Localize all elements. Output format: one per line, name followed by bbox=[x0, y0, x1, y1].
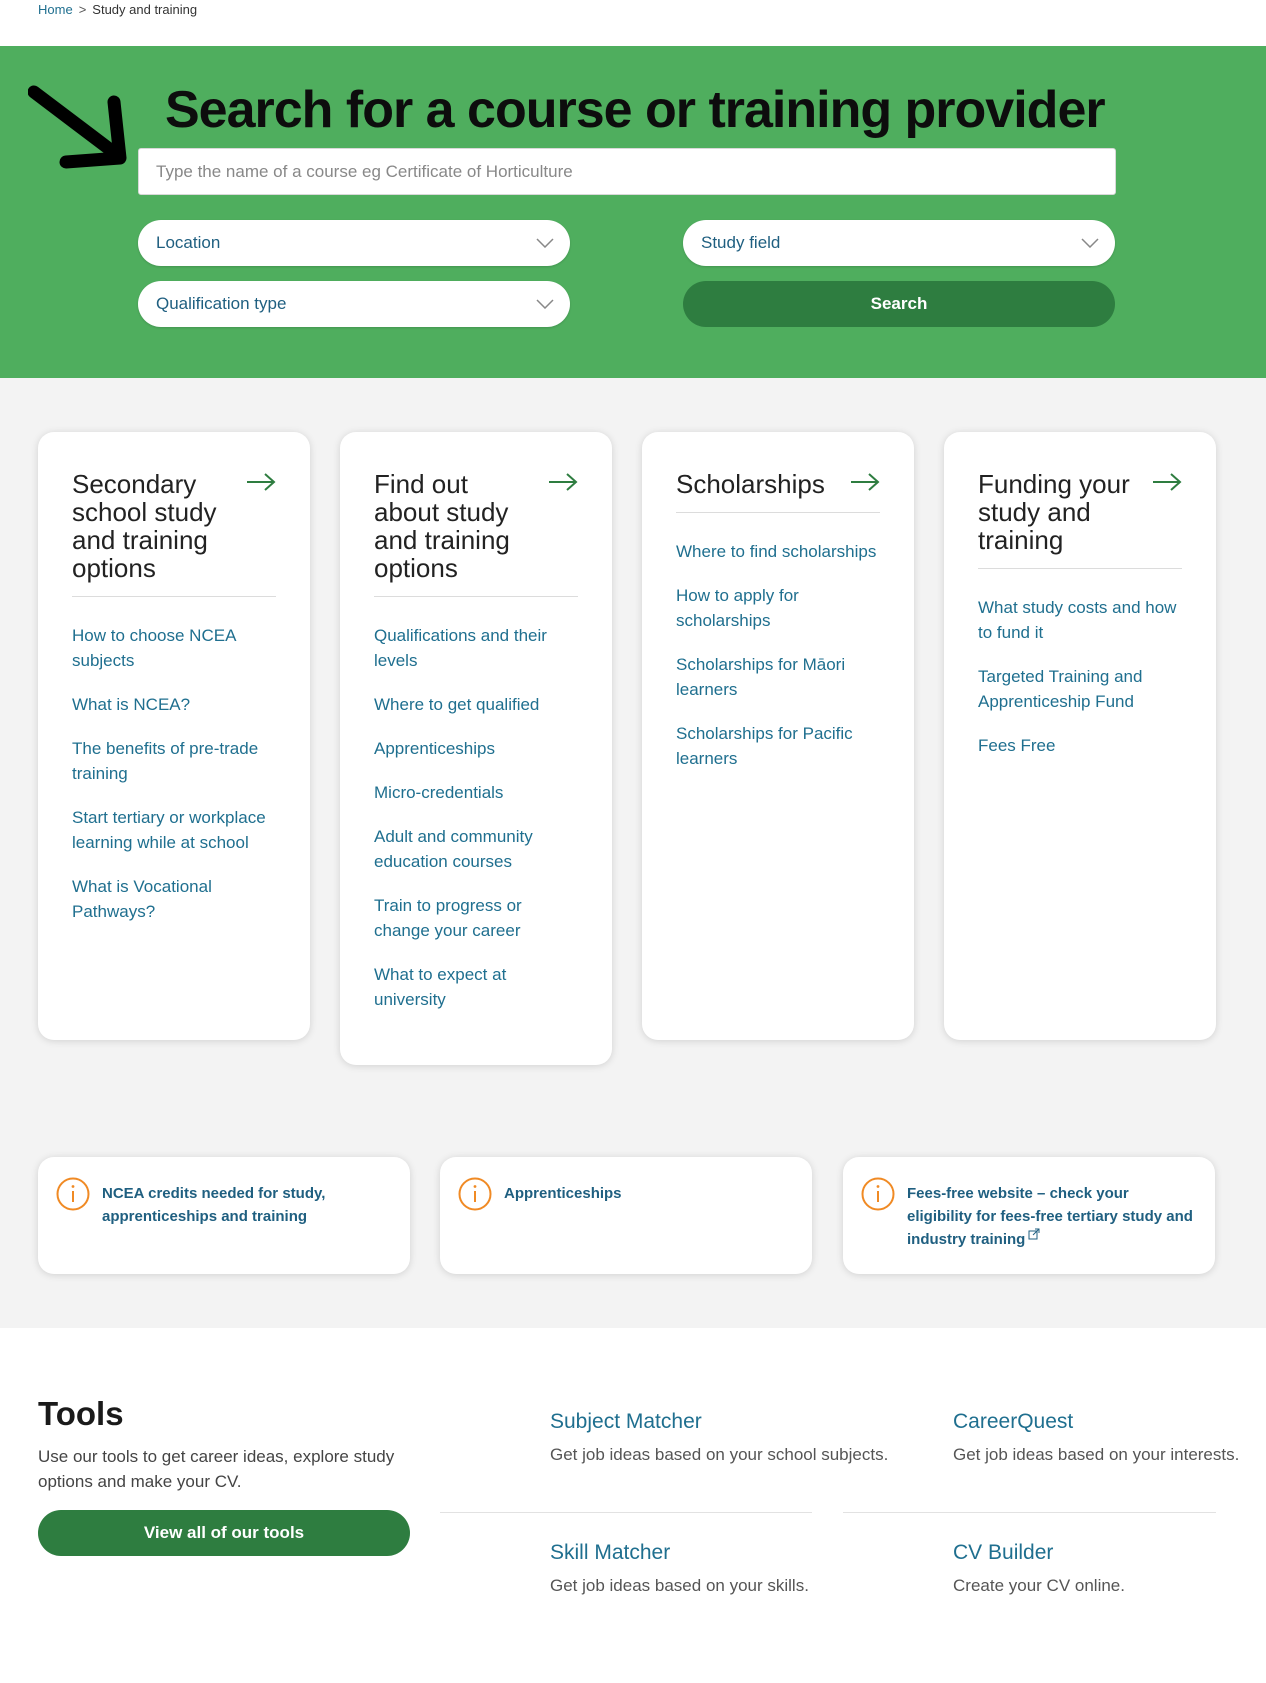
card-study-training-options: Find out about study and training option… bbox=[340, 432, 612, 1065]
info-card-fees-free[interactable]: Fees-free website – check your eligibili… bbox=[843, 1157, 1215, 1274]
info-card-text-wrap: Fees-free website – check your eligibili… bbox=[907, 1177, 1197, 1254]
info-icon bbox=[56, 1177, 90, 1211]
card-title: Find out about study and training option… bbox=[374, 469, 510, 583]
tool-link[interactable]: Subject Matcher bbox=[550, 1410, 910, 1434]
card-link[interactable]: What is Vocational Pathways? bbox=[72, 874, 276, 924]
tool-cv-builder: CV Builder Create your CV online. bbox=[953, 1541, 1266, 1598]
view-all-tools-button[interactable]: View all of our tools bbox=[38, 1510, 410, 1556]
arrow-right-icon[interactable] bbox=[1152, 472, 1182, 492]
breadcrumb: Home > Study and training bbox=[38, 2, 197, 17]
divider bbox=[843, 1512, 1216, 1513]
tool-link[interactable]: Skill Matcher bbox=[550, 1541, 910, 1565]
info-card-text: Fees-free website – check your eligibili… bbox=[907, 1185, 1193, 1248]
card-secondary-school: Secondary school study and training opti… bbox=[38, 432, 310, 1040]
tool-description: Get job ideas based on your school subje… bbox=[550, 1445, 889, 1464]
study-field-select[interactable]: Study field bbox=[683, 220, 1115, 266]
card-title: Funding your study and training bbox=[978, 469, 1130, 555]
card-link[interactable]: How to choose NCEA subjects bbox=[72, 623, 276, 673]
tool-subject-matcher: Subject Matcher Get job ideas based on y… bbox=[550, 1410, 910, 1467]
breadcrumb-current: Study and training bbox=[92, 2, 198, 17]
tool-description: Get job ideas based on your skills. bbox=[550, 1576, 809, 1595]
arrow-right-icon[interactable] bbox=[850, 472, 880, 492]
qualification-type-select[interactable]: Qualification type bbox=[138, 281, 570, 327]
info-icon bbox=[861, 1177, 895, 1211]
tool-description: Create your CV online. bbox=[953, 1576, 1125, 1595]
card-link[interactable]: Targeted Training and Apprenticeship Fun… bbox=[978, 664, 1182, 714]
card-link[interactable]: Train to progress or change your career bbox=[374, 893, 578, 943]
study-field-select-label: Study field bbox=[701, 233, 781, 252]
info-card-ncea-credits[interactable]: NCEA credits needed for study, apprentic… bbox=[38, 1157, 410, 1274]
card-link[interactable]: What is NCEA? bbox=[72, 692, 276, 717]
external-link-icon bbox=[1028, 1228, 1040, 1240]
info-card-apprenticeships[interactable]: Apprenticeships bbox=[440, 1157, 812, 1274]
hero-title: Search for a course or training provider bbox=[165, 81, 1106, 139]
location-select-label: Location bbox=[156, 233, 221, 252]
card-link[interactable]: Fees Free bbox=[978, 733, 1182, 758]
chevron-down-icon bbox=[1081, 238, 1099, 248]
search-button[interactable]: Search bbox=[683, 281, 1115, 327]
chevron-down-icon bbox=[536, 299, 554, 309]
card-link[interactable]: Where to find scholarships bbox=[676, 539, 880, 564]
tool-link[interactable]: CV Builder bbox=[953, 1541, 1266, 1565]
arrow-right-icon[interactable] bbox=[246, 472, 276, 492]
card-link[interactable]: Start tertiary or workplace learning whi… bbox=[72, 805, 276, 855]
card-link[interactable]: How to apply for scholarships bbox=[676, 583, 880, 633]
card-link-list: Where to find scholarships How to apply … bbox=[676, 539, 880, 771]
course-search-input[interactable] bbox=[138, 148, 1116, 195]
card-link[interactable]: Scholarships for Māori learners bbox=[676, 652, 880, 702]
card-link[interactable]: Micro-credentials bbox=[374, 780, 578, 805]
card-link[interactable]: Adult and community education courses bbox=[374, 824, 578, 874]
card-scholarships: Scholarships Where to find scholarships … bbox=[642, 432, 914, 1040]
info-card-text: NCEA credits needed for study, apprentic… bbox=[102, 1185, 326, 1225]
card-link[interactable]: What to expect at university bbox=[374, 962, 578, 1012]
tools-title: Tools bbox=[38, 1395, 124, 1432]
card-link-list: Qualifications and their levels Where to… bbox=[374, 623, 578, 1012]
tools-description: Use our tools to get career ideas, explo… bbox=[38, 1447, 395, 1491]
tool-link[interactable]: CareerQuest bbox=[953, 1410, 1266, 1434]
card-funding: Funding your study and training What stu… bbox=[944, 432, 1216, 1040]
card-link-list: How to choose NCEA subjects What is NCEA… bbox=[72, 623, 276, 924]
arrow-down-right-icon bbox=[28, 85, 127, 169]
divider bbox=[440, 1512, 812, 1513]
info-icon bbox=[458, 1177, 492, 1211]
qualification-type-select-label: Qualification type bbox=[156, 294, 287, 313]
card-link[interactable]: Where to get qualified bbox=[374, 692, 578, 717]
card-link[interactable]: Apprenticeships bbox=[374, 736, 578, 761]
search-hero: Search for a course or training provider… bbox=[0, 46, 1266, 378]
card-link[interactable]: What study costs and how to fund it bbox=[978, 595, 1182, 645]
breadcrumb-separator: > bbox=[78, 2, 87, 17]
tool-skill-matcher: Skill Matcher Get job ideas based on you… bbox=[550, 1541, 910, 1598]
card-link-list: What study costs and how to fund it Targ… bbox=[978, 595, 1182, 758]
card-link[interactable]: Scholarships for Pacific learners bbox=[676, 721, 880, 771]
breadcrumb-home-link[interactable]: Home bbox=[38, 2, 73, 17]
tool-description: Get job ideas based on your interests. bbox=[953, 1445, 1240, 1464]
tool-careerquest: CareerQuest Get job ideas based on your … bbox=[953, 1410, 1266, 1467]
chevron-down-icon bbox=[536, 238, 554, 248]
card-link[interactable]: The benefits of pre-trade training bbox=[72, 736, 276, 786]
card-title: Scholarships bbox=[676, 469, 825, 499]
location-select[interactable]: Location bbox=[138, 220, 570, 266]
card-title: Secondary school study and training opti… bbox=[72, 469, 217, 583]
arrow-right-icon[interactable] bbox=[548, 472, 578, 492]
info-card-text: Apprenticeships bbox=[504, 1185, 622, 1202]
card-link[interactable]: Qualifications and their levels bbox=[374, 623, 578, 673]
